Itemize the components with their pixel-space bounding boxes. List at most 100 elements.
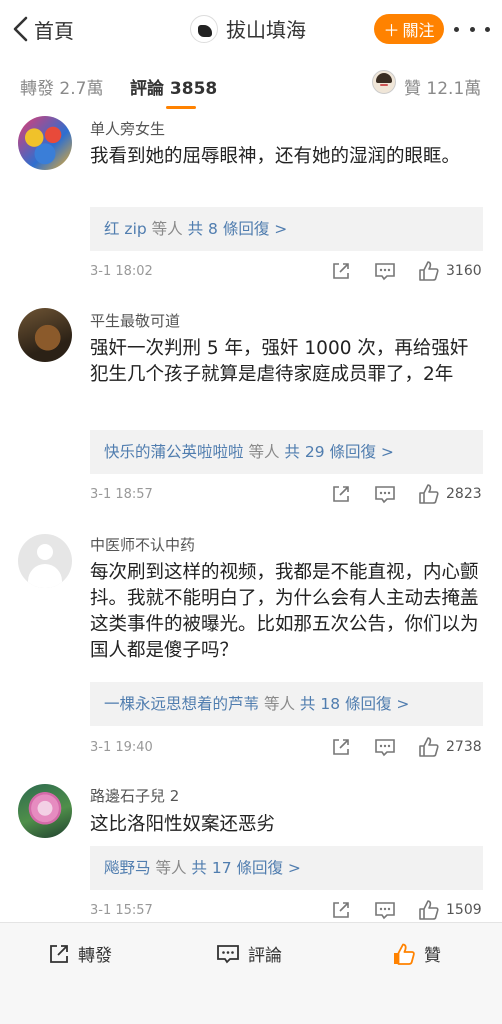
commenter-name[interactable]: 路邊石子兒 2 <box>90 785 179 806</box>
tab-comments-label: 評論 <box>130 79 164 99</box>
reply-comment-button[interactable] <box>374 737 396 757</box>
comment-time: 3-1 19:40 <box>90 740 153 755</box>
back-button[interactable]: 首頁 <box>12 12 74 46</box>
reply-comment-button[interactable] <box>374 900 396 920</box>
tab-likes-count: 12.1萬 <box>426 79 482 99</box>
weibo-comment-page: 首頁 拔山填海 ＋ 關注 轉發 2.7萬 評論 3858 贊 12.1萬 单人旁… <box>0 0 502 1024</box>
comment-icon <box>375 902 395 920</box>
commenter-name[interactable]: 中医师不认中药 <box>90 534 195 555</box>
comment-text: 这比洛阳性奴案还恶劣 <box>90 814 276 835</box>
reply-suffix: 等人 <box>248 443 280 461</box>
share-comment-button[interactable] <box>331 900 351 920</box>
repost-button[interactable]: 轉發 <box>48 941 112 966</box>
commenter-avatar[interactable] <box>18 784 72 838</box>
commenter-avatar[interactable] <box>18 308 72 362</box>
reply-users: 快乐的蒲公英啦啦啦 <box>104 443 244 461</box>
share-comment-button[interactable] <box>331 484 351 504</box>
reply-suffix: 等人 <box>151 220 183 238</box>
share-comment-button[interactable] <box>331 261 351 281</box>
commenter-name[interactable]: 单人旁女生 <box>90 118 165 139</box>
comment-text: 强奸一次判刑 5 年，强奸 1000 次，再给强奸犯生几个孩子就算是虐待家庭成员… <box>90 338 469 385</box>
comment-time: 3-1 18:57 <box>90 487 153 502</box>
reply-count: 共 29 條回復 > <box>284 443 394 461</box>
replies-summary[interactable]: 飚野马 等人 共 17 條回復 > <box>90 846 483 890</box>
reply-comment-button[interactable] <box>374 484 396 504</box>
thumbs-up-icon <box>419 484 439 504</box>
comment-icon <box>375 739 395 757</box>
share-icon <box>50 944 68 963</box>
more-options-button[interactable] <box>454 20 490 38</box>
tab-comments[interactable]: 評論 3858 <box>130 74 217 99</box>
comment-time: 3-1 15:57 <box>90 903 153 918</box>
like-comment-button[interactable]: 2738 <box>418 736 482 758</box>
reply-count: 共 8 條回復 > <box>187 220 288 238</box>
reply-users: 红 zip <box>104 220 147 238</box>
commenter-name[interactable]: 平生最敬可道 <box>90 310 180 331</box>
user-title[interactable]: 拔山填海 <box>190 14 306 43</box>
comment-item: 平生最敬可道 强奸一次判刑 5 年，强奸 1000 次，再给强奸犯生几个孩子就算… <box>0 306 502 511</box>
tab-repost[interactable]: 轉發 2.7萬 <box>20 74 103 99</box>
active-tab-indicator <box>166 106 196 109</box>
reply-suffix: 等人 <box>263 695 295 713</box>
thumbs-up-icon <box>394 943 415 965</box>
share-icon <box>333 902 349 918</box>
tab-likes-label: 贊 <box>404 79 421 99</box>
comment-item: 单人旁女生 我看到她的屈辱眼神，还有她的湿润的眼眶。 红 zip 等人 共 8 … <box>0 114 502 290</box>
like-comment-button[interactable]: 1509 <box>418 899 482 921</box>
comment-icon <box>217 944 239 963</box>
tab-repost-count: 2.7萬 <box>59 79 104 99</box>
share-icon <box>333 486 349 502</box>
comment-label: 評論 <box>248 946 282 966</box>
more-dot-icon <box>469 26 475 32</box>
more-dot-icon <box>485 26 490 32</box>
thumbs-up-icon <box>419 900 439 920</box>
back-label: 首頁 <box>34 18 74 43</box>
reply-comment-button[interactable] <box>374 261 396 281</box>
bottom-action-bar: 轉發 評論 贊 <box>0 922 502 1024</box>
share-icon <box>333 263 349 279</box>
reply-count: 共 18 條回復 > <box>299 695 410 713</box>
repost-label: 轉發 <box>78 946 112 966</box>
comment-item: 路邊石子兒 2 这比洛阳性奴案还恶劣 飚野马 等人 共 17 條回復 > 3-1… <box>0 782 502 922</box>
chevron-left-icon <box>13 16 28 42</box>
comment-text: 每次刷到这样的视频，我都是不能直视，内心颤抖。我就不能明白了，为什么会有人主动去… <box>90 562 479 661</box>
replies-summary[interactable]: 红 zip 等人 共 8 條回復 > <box>90 207 483 251</box>
like-comment-button[interactable]: 3160 <box>418 260 482 282</box>
tab-repost-label: 轉發 <box>20 79 54 99</box>
tab-comments-count: 3858 <box>169 79 218 99</box>
plus-icon: ＋ <box>383 21 400 40</box>
replies-summary[interactable]: 快乐的蒲公英啦啦啦 等人 共 29 條回復 > <box>90 430 483 474</box>
page-title: 拔山填海 <box>226 18 306 42</box>
reply-count: 共 17 條回復 > <box>191 859 301 877</box>
post-tabs: 轉發 2.7萬 評論 3858 贊 12.1萬 <box>0 58 502 109</box>
thumbs-up-icon <box>419 737 439 757</box>
thumbs-up-icon <box>419 261 439 281</box>
comment-like-count: 2823 <box>446 486 482 502</box>
reply-suffix: 等人 <box>155 859 187 877</box>
follow-button[interactable]: ＋ 關注 <box>374 14 444 44</box>
reply-users: 飚野马 <box>104 859 151 877</box>
like-comment-button[interactable]: 2823 <box>418 483 482 505</box>
comment-text: 我看到她的屈辱眼神，还有她的湿润的眼眶。 <box>90 146 461 167</box>
follow-label: 關注 <box>402 21 435 40</box>
comment-icon <box>375 486 395 504</box>
like-button[interactable]: 贊 <box>392 941 441 966</box>
replies-summary[interactable]: 一棵永远思想着的芦苇 等人 共 18 條回復 > <box>90 682 483 726</box>
comment-like-count: 3160 <box>446 263 482 279</box>
commenter-avatar[interactable] <box>18 116 72 170</box>
share-icon <box>333 739 349 755</box>
liker-avatar <box>372 70 396 94</box>
tab-likes[interactable]: 贊 12.1萬 <box>404 74 481 99</box>
share-comment-button[interactable] <box>331 737 351 757</box>
commenter-avatar[interactable] <box>18 534 72 588</box>
more-dot-icon <box>454 26 459 32</box>
comment-icon <box>375 263 395 281</box>
comment-like-count: 1509 <box>446 902 482 918</box>
avatar[interactable] <box>190 14 218 43</box>
comment-like-count: 2738 <box>446 739 482 755</box>
top-nav-bar: 首頁 拔山填海 ＋ 關注 <box>0 0 502 58</box>
reply-users: 一棵永远思想着的芦苇 <box>104 695 260 713</box>
like-label: 贊 <box>424 946 441 966</box>
comment-button[interactable]: 評論 <box>216 941 282 966</box>
comment-item: 中医师不认中药 每次刷到这样的视频，我都是不能直视，内心颤抖。我就不能明白了，为… <box>0 532 502 764</box>
